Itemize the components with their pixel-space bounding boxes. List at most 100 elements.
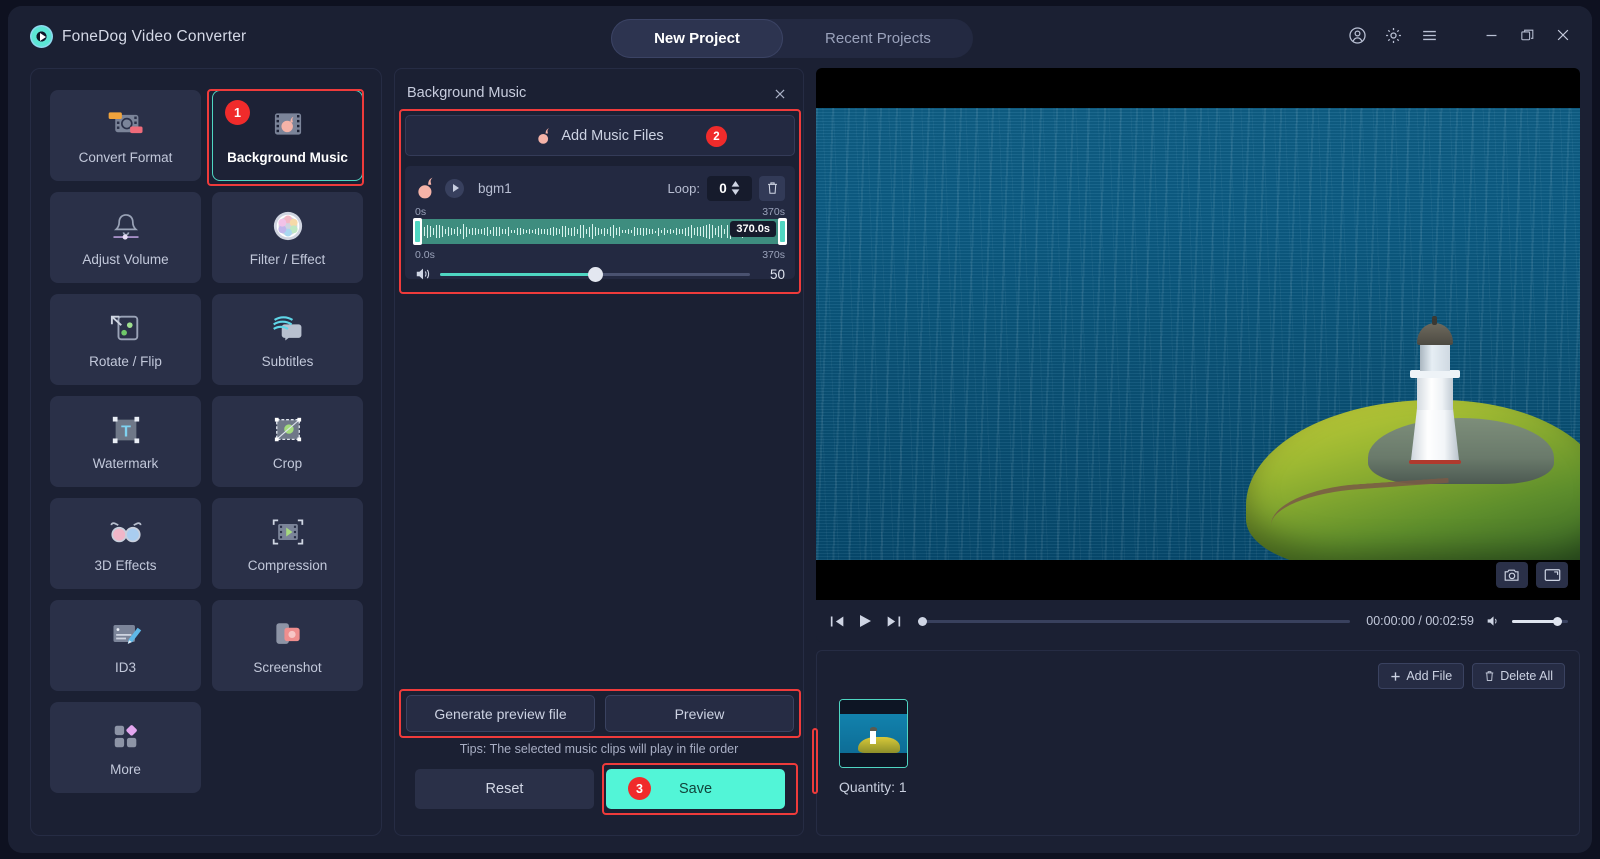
watermark-icon: T	[107, 413, 145, 447]
delete-all-button[interactable]: Delete All	[1472, 663, 1565, 689]
generate-preview-file-button[interactable]: Generate preview file	[406, 695, 595, 732]
timecode: 00:00:00 / 00:02:59	[1366, 614, 1474, 628]
action-buttons-row: Reset 3 Save	[415, 769, 785, 809]
add-music-files-button[interactable]: Add Music Files 2	[405, 115, 795, 156]
background-music-panel: Background Music Add Music Files 2 bgm1 …	[394, 68, 804, 836]
sidebar-item-compression[interactable]: Compression	[212, 498, 363, 589]
sidebar-item-label: ID3	[114, 659, 136, 675]
lighthouse-tower	[1411, 402, 1459, 460]
player-volume-knob[interactable]	[1552, 616, 1562, 626]
save-button[interactable]: 3 Save	[606, 769, 785, 809]
preview-buttons-row: Generate preview file Preview	[406, 695, 794, 732]
sidebar-item-crop[interactable]: Crop	[212, 396, 363, 487]
sidebar-item-screenshot[interactable]: Screenshot	[212, 600, 363, 691]
minimize-icon[interactable]	[1480, 24, 1502, 46]
lighthouse-finial	[1432, 316, 1437, 325]
step-badge-2: 2	[706, 126, 727, 147]
loop-stepper[interactable]: 0	[707, 175, 752, 201]
trash-icon	[767, 182, 777, 194]
music-controls: Add Music Files 2 bgm1 Loop: 0 0s 370s 3…	[405, 115, 795, 282]
range-end-label: 370s	[762, 249, 785, 261]
waveform	[421, 219, 779, 244]
snapshot-button[interactable]	[1496, 562, 1528, 588]
account-icon[interactable]	[1346, 24, 1368, 46]
music-note-icon	[418, 177, 433, 199]
maximize-icon[interactable]	[1516, 24, 1538, 46]
sidebar-item-filter-effect[interactable]: Filter / Effect	[212, 192, 363, 283]
title-bar: FoneDog Video Converter New Project Rece…	[8, 6, 1592, 68]
waveform-trimmer[interactable]: 370.0s	[413, 218, 787, 245]
sidebar-item-watermark[interactable]: T Watermark	[50, 396, 201, 487]
trim-handle-right[interactable]	[778, 218, 787, 245]
rotate-flip-icon	[107, 311, 145, 345]
trash-icon	[1485, 671, 1494, 681]
skip-previous-icon[interactable]	[828, 612, 846, 630]
delete-all-label: Delete All	[1500, 669, 1553, 683]
add-file-label: Add File	[1406, 669, 1453, 683]
play-icon[interactable]	[856, 612, 874, 630]
track-name: bgm1	[478, 180, 512, 196]
gear-icon[interactable]	[1382, 24, 1404, 46]
trim-start-label: 0s	[415, 206, 427, 218]
tab-recent-projects[interactable]: Recent Projects	[783, 19, 973, 58]
reset-button[interactable]: Reset	[415, 769, 594, 809]
thumbnail-headland	[858, 737, 900, 753]
video-overlay-buttons	[1496, 562, 1568, 588]
volume-knob[interactable]	[588, 266, 603, 282]
sidebar-item-background-music[interactable]: 1 Background Music	[212, 90, 363, 181]
seek-knob[interactable]	[918, 616, 927, 626]
loop-label: Loop:	[667, 180, 700, 196]
camera-icon	[1504, 569, 1519, 581]
fullscreen-button[interactable]	[1536, 562, 1568, 588]
sidebar-item-convert-format[interactable]: Convert Format	[50, 90, 201, 181]
loop-control: Loop: 0	[667, 175, 785, 201]
sidebar-item-3d-effects[interactable]: 3D Effects	[50, 498, 201, 589]
stepper-arrows-icon[interactable]	[731, 181, 740, 195]
sidebar-item-label: Crop	[272, 455, 303, 471]
sidebar-item-label: Rotate / Flip	[89, 353, 162, 369]
add-music-files-label: Add Music Files	[561, 127, 664, 144]
skip-next-icon[interactable]	[884, 612, 902, 630]
player-volume-fill	[1512, 619, 1557, 623]
crop-icon	[269, 413, 307, 447]
sidebar-item-rotate-flip[interactable]: Rotate / Flip	[50, 294, 201, 385]
quantity-label: Quantity: 1	[839, 779, 907, 795]
file-thumbnail[interactable]	[839, 699, 908, 768]
save-label: Save	[678, 781, 713, 797]
speaker-icon[interactable]	[1484, 612, 1502, 630]
sidebar-item-subtitles[interactable]: Subtitles	[212, 294, 363, 385]
sidebar-item-id3[interactable]: ID3	[50, 600, 201, 691]
sidebar-item-label: Background Music	[227, 149, 348, 165]
lighthouse-gallery	[1410, 370, 1460, 378]
thumbnail-lighthouse-dome	[869, 727, 877, 731]
sidebar-item-label: 3D Effects	[94, 557, 157, 573]
sidebar-item-more[interactable]: More	[50, 702, 201, 793]
player-volume-slider[interactable]	[1512, 616, 1568, 626]
volume-value: 50	[769, 266, 785, 282]
video-player[interactable]	[816, 68, 1580, 600]
volume-slider[interactable]	[440, 266, 750, 282]
track-delete-button[interactable]	[759, 175, 785, 201]
tab-new-project[interactable]: New Project	[611, 19, 783, 58]
id3-icon	[107, 617, 145, 651]
speaker-icon[interactable]	[415, 266, 431, 282]
screenshot-icon	[269, 617, 307, 651]
menu-icon[interactable]	[1418, 24, 1440, 46]
adjust-volume-icon	[107, 209, 145, 243]
add-file-button[interactable]: Add File	[1378, 663, 1465, 689]
thumbnail-lighthouse	[870, 730, 876, 744]
sidebar-item-label: Convert Format	[78, 149, 173, 165]
close-icon[interactable]	[1552, 24, 1574, 46]
sidebar-item-adjust-volume[interactable]: Adjust Volume	[50, 192, 201, 283]
trim-end-label: 370s	[762, 206, 785, 218]
seek-bar[interactable]	[918, 616, 1351, 626]
volume-fill	[440, 272, 595, 276]
panel-close-icon[interactable]	[769, 83, 791, 105]
player-controls: 00:00:00 / 00:02:59	[816, 600, 1580, 642]
step-badge-3: 3	[628, 777, 651, 800]
file-list-card: Add File Delete All Quantity: 1	[816, 650, 1580, 836]
trim-handle-left[interactable]	[413, 218, 422, 245]
play-circle-logo-icon	[30, 25, 53, 48]
preview-button[interactable]: Preview	[605, 695, 794, 732]
track-play-icon[interactable]	[445, 178, 464, 198]
